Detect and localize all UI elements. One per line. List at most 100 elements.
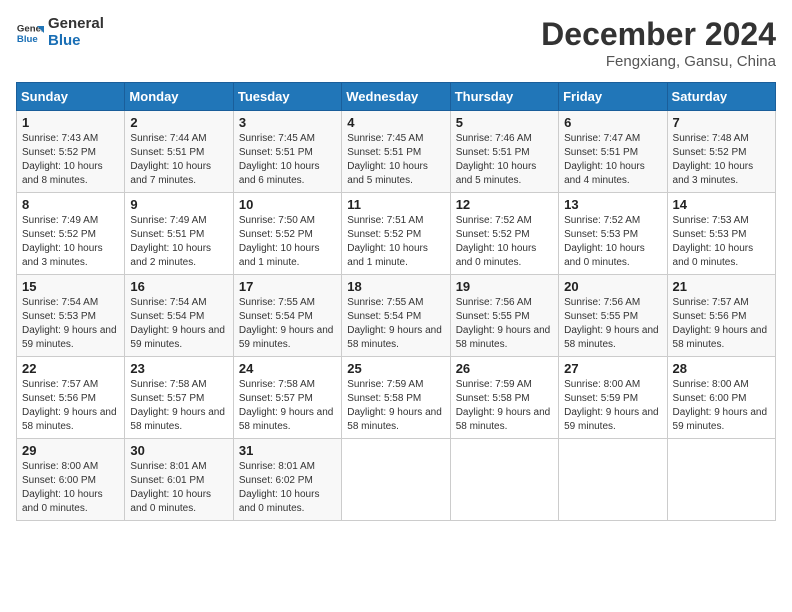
logo-icon: General Blue xyxy=(16,19,44,47)
day-info: Sunrise: 7:59 AMSunset: 5:58 PMDaylight:… xyxy=(347,379,442,432)
calendar-cell: 1 Sunrise: 7:43 AMSunset: 5:52 PMDayligh… xyxy=(17,111,125,193)
day-number: 10 xyxy=(239,197,336,212)
day-number: 11 xyxy=(347,197,444,212)
day-number: 1 xyxy=(22,115,119,130)
day-info: Sunrise: 7:52 AMSunset: 5:53 PMDaylight:… xyxy=(564,215,645,268)
day-number: 19 xyxy=(456,279,553,294)
day-info: Sunrise: 7:56 AMSunset: 5:55 PMDaylight:… xyxy=(564,297,659,350)
day-info: Sunrise: 7:43 AMSunset: 5:52 PMDaylight:… xyxy=(22,133,103,186)
day-number: 16 xyxy=(130,279,227,294)
day-info: Sunrise: 7:53 AMSunset: 5:53 PMDaylight:… xyxy=(673,215,754,268)
calendar-cell: 19 Sunrise: 7:56 AMSunset: 5:55 PMDaylig… xyxy=(450,275,558,357)
day-number: 12 xyxy=(456,197,553,212)
weekday-header-tuesday: Tuesday xyxy=(233,83,341,111)
calendar-cell xyxy=(450,439,558,521)
calendar-cell xyxy=(667,439,775,521)
calendar-cell: 13 Sunrise: 7:52 AMSunset: 5:53 PMDaylig… xyxy=(559,193,667,275)
day-number: 23 xyxy=(130,361,227,376)
logo-blue: Blue xyxy=(48,33,104,50)
day-number: 15 xyxy=(22,279,119,294)
day-number: 31 xyxy=(239,443,336,458)
day-number: 20 xyxy=(564,279,661,294)
day-info: Sunrise: 7:58 AMSunset: 5:57 PMDaylight:… xyxy=(239,379,334,432)
day-number: 3 xyxy=(239,115,336,130)
calendar-week-5: 29 Sunrise: 8:00 AMSunset: 6:00 PMDaylig… xyxy=(17,439,776,521)
calendar-cell: 31 Sunrise: 8:01 AMSunset: 6:02 PMDaylig… xyxy=(233,439,341,521)
day-info: Sunrise: 8:01 AMSunset: 6:02 PMDaylight:… xyxy=(239,461,320,514)
title-block: December 2024 Fengxiang, Gansu, China xyxy=(541,16,776,70)
day-number: 5 xyxy=(456,115,553,130)
weekday-header-monday: Monday xyxy=(125,83,233,111)
day-number: 14 xyxy=(673,197,770,212)
day-number: 4 xyxy=(347,115,444,130)
calendar-cell: 7 Sunrise: 7:48 AMSunset: 5:52 PMDayligh… xyxy=(667,111,775,193)
calendar-cell: 23 Sunrise: 7:58 AMSunset: 5:57 PMDaylig… xyxy=(125,357,233,439)
calendar-cell: 29 Sunrise: 8:00 AMSunset: 6:00 PMDaylig… xyxy=(17,439,125,521)
day-info: Sunrise: 8:00 AMSunset: 6:00 PMDaylight:… xyxy=(673,379,768,432)
calendar-cell: 21 Sunrise: 7:57 AMSunset: 5:56 PMDaylig… xyxy=(667,275,775,357)
day-number: 27 xyxy=(564,361,661,376)
day-info: Sunrise: 7:58 AMSunset: 5:57 PMDaylight:… xyxy=(130,379,225,432)
day-number: 26 xyxy=(456,361,553,376)
day-number: 28 xyxy=(673,361,770,376)
day-number: 6 xyxy=(564,115,661,130)
logo: General Blue General Blue xyxy=(16,16,104,49)
calendar-cell: 30 Sunrise: 8:01 AMSunset: 6:01 PMDaylig… xyxy=(125,439,233,521)
calendar-cell: 4 Sunrise: 7:45 AMSunset: 5:51 PMDayligh… xyxy=(342,111,450,193)
calendar-cell: 10 Sunrise: 7:50 AMSunset: 5:52 PMDaylig… xyxy=(233,193,341,275)
day-number: 21 xyxy=(673,279,770,294)
month-title: December 2024 xyxy=(541,16,776,53)
calendar-cell xyxy=(559,439,667,521)
day-info: Sunrise: 7:48 AMSunset: 5:52 PMDaylight:… xyxy=(673,133,754,186)
weekday-header-row: SundayMondayTuesdayWednesdayThursdayFrid… xyxy=(17,83,776,111)
weekday-header-friday: Friday xyxy=(559,83,667,111)
day-number: 25 xyxy=(347,361,444,376)
day-number: 17 xyxy=(239,279,336,294)
day-number: 13 xyxy=(564,197,661,212)
day-info: Sunrise: 7:45 AMSunset: 5:51 PMDaylight:… xyxy=(347,133,428,186)
day-number: 7 xyxy=(673,115,770,130)
day-number: 2 xyxy=(130,115,227,130)
calendar-cell: 2 Sunrise: 7:44 AMSunset: 5:51 PMDayligh… xyxy=(125,111,233,193)
calendar-cell: 5 Sunrise: 7:46 AMSunset: 5:51 PMDayligh… xyxy=(450,111,558,193)
calendar-week-4: 22 Sunrise: 7:57 AMSunset: 5:56 PMDaylig… xyxy=(17,357,776,439)
day-info: Sunrise: 7:54 AMSunset: 5:53 PMDaylight:… xyxy=(22,297,117,350)
day-info: Sunrise: 7:47 AMSunset: 5:51 PMDaylight:… xyxy=(564,133,645,186)
calendar-cell: 3 Sunrise: 7:45 AMSunset: 5:51 PMDayligh… xyxy=(233,111,341,193)
logo-general: General xyxy=(48,16,104,33)
day-info: Sunrise: 8:00 AMSunset: 6:00 PMDaylight:… xyxy=(22,461,103,514)
calendar-cell: 17 Sunrise: 7:55 AMSunset: 5:54 PMDaylig… xyxy=(233,275,341,357)
day-info: Sunrise: 7:51 AMSunset: 5:52 PMDaylight:… xyxy=(347,215,428,268)
calendar-cell: 27 Sunrise: 8:00 AMSunset: 5:59 PMDaylig… xyxy=(559,357,667,439)
calendar-cell: 16 Sunrise: 7:54 AMSunset: 5:54 PMDaylig… xyxy=(125,275,233,357)
calendar-cell: 12 Sunrise: 7:52 AMSunset: 5:52 PMDaylig… xyxy=(450,193,558,275)
day-info: Sunrise: 7:52 AMSunset: 5:52 PMDaylight:… xyxy=(456,215,537,268)
day-info: Sunrise: 7:56 AMSunset: 5:55 PMDaylight:… xyxy=(456,297,551,350)
calendar-cell: 6 Sunrise: 7:47 AMSunset: 5:51 PMDayligh… xyxy=(559,111,667,193)
weekday-header-wednesday: Wednesday xyxy=(342,83,450,111)
day-info: Sunrise: 7:59 AMSunset: 5:58 PMDaylight:… xyxy=(456,379,551,432)
day-number: 9 xyxy=(130,197,227,212)
calendar-cell: 25 Sunrise: 7:59 AMSunset: 5:58 PMDaylig… xyxy=(342,357,450,439)
day-number: 18 xyxy=(347,279,444,294)
calendar-cell: 22 Sunrise: 7:57 AMSunset: 5:56 PMDaylig… xyxy=(17,357,125,439)
day-info: Sunrise: 7:57 AMSunset: 5:56 PMDaylight:… xyxy=(22,379,117,432)
day-info: Sunrise: 7:50 AMSunset: 5:52 PMDaylight:… xyxy=(239,215,320,268)
calendar-cell xyxy=(342,439,450,521)
calendar-cell: 14 Sunrise: 7:53 AMSunset: 5:53 PMDaylig… xyxy=(667,193,775,275)
weekday-header-thursday: Thursday xyxy=(450,83,558,111)
day-number: 8 xyxy=(22,197,119,212)
calendar-cell: 20 Sunrise: 7:56 AMSunset: 5:55 PMDaylig… xyxy=(559,275,667,357)
calendar-cell: 11 Sunrise: 7:51 AMSunset: 5:52 PMDaylig… xyxy=(342,193,450,275)
weekday-header-sunday: Sunday xyxy=(17,83,125,111)
day-info: Sunrise: 7:49 AMSunset: 5:51 PMDaylight:… xyxy=(130,215,211,268)
day-number: 29 xyxy=(22,443,119,458)
page-header: General Blue General Blue December 2024 … xyxy=(16,16,776,70)
day-info: Sunrise: 7:45 AMSunset: 5:51 PMDaylight:… xyxy=(239,133,320,186)
day-number: 30 xyxy=(130,443,227,458)
calendar-week-3: 15 Sunrise: 7:54 AMSunset: 5:53 PMDaylig… xyxy=(17,275,776,357)
day-info: Sunrise: 7:49 AMSunset: 5:52 PMDaylight:… xyxy=(22,215,103,268)
calendar-cell: 28 Sunrise: 8:00 AMSunset: 6:00 PMDaylig… xyxy=(667,357,775,439)
day-info: Sunrise: 7:54 AMSunset: 5:54 PMDaylight:… xyxy=(130,297,225,350)
day-number: 24 xyxy=(239,361,336,376)
